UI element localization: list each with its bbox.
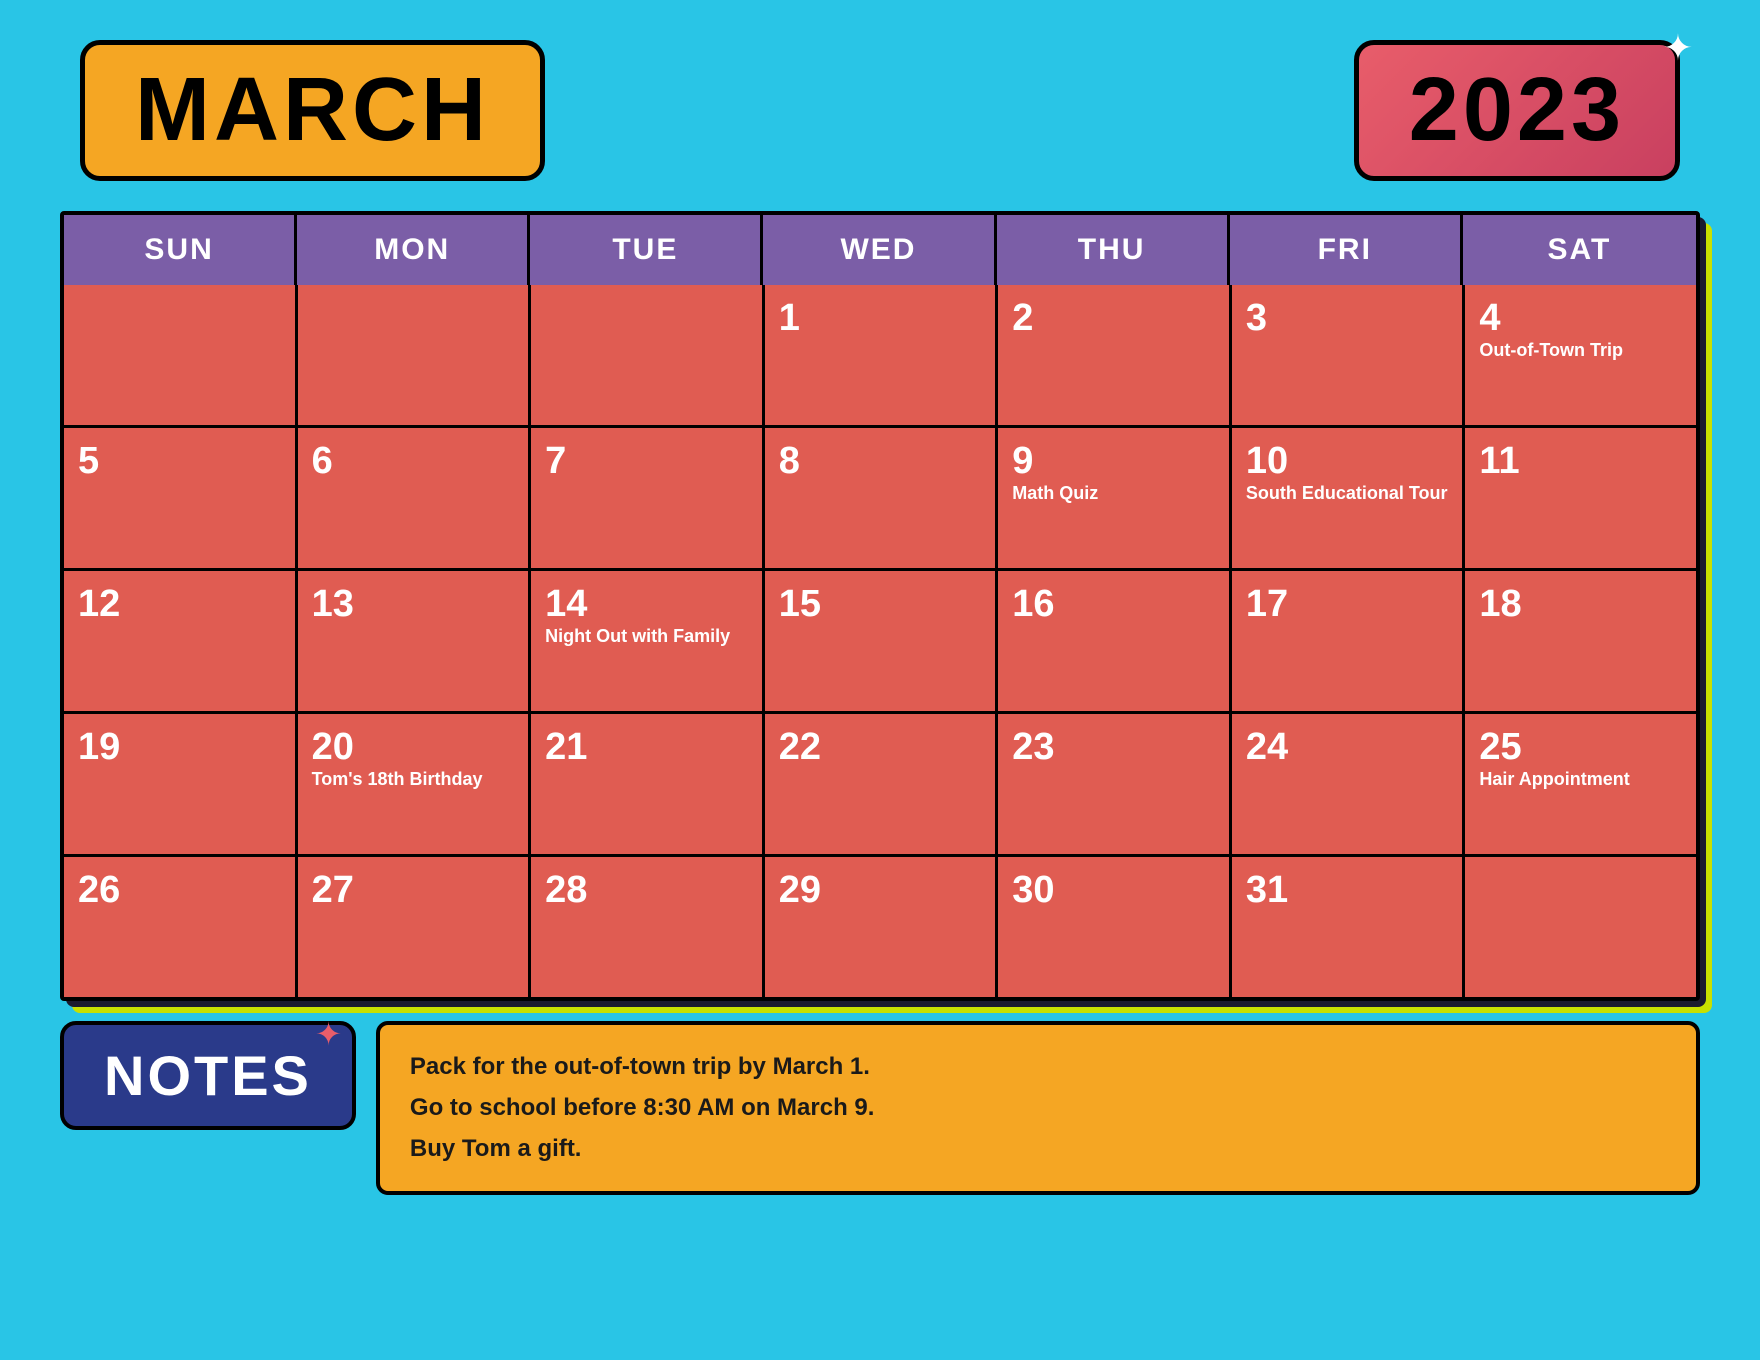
cell-day-number: 28 bbox=[545, 869, 748, 912]
day-header-mon: MON bbox=[297, 215, 530, 285]
day-header-tue: TUE bbox=[530, 215, 763, 285]
calendar-cell-w1-d0[interactable]: 5 bbox=[64, 428, 295, 568]
calendar-cell-w2-d6[interactable]: 18 bbox=[1465, 571, 1696, 711]
cell-day-number: 20 bbox=[312, 726, 515, 769]
cell-day-number: 18 bbox=[1479, 583, 1682, 626]
calendar-cell-w2-d4[interactable]: 16 bbox=[998, 571, 1229, 711]
cell-day-number: 10 bbox=[1246, 440, 1449, 483]
cell-day-number: 14 bbox=[545, 583, 748, 626]
calendar-cell-w0-d0[interactable] bbox=[64, 285, 295, 425]
day-header-fri: FRI bbox=[1230, 215, 1463, 285]
cell-day-number: 15 bbox=[779, 583, 982, 626]
cell-event-text: Tom's 18th Birthday bbox=[312, 769, 483, 789]
calendar-cell-w4-d2[interactable]: 28 bbox=[531, 857, 762, 997]
cell-day-number: 8 bbox=[779, 440, 982, 483]
cell-event-text: Hair Appointment bbox=[1479, 769, 1629, 789]
calendar-cell-w3-d0[interactable]: 19 bbox=[64, 714, 295, 854]
calendar-cell-w4-d0[interactable]: 26 bbox=[64, 857, 295, 997]
calendar-wrapper: SUNMONTUEWEDTHUFRISAT 1234Out-of-Town Tr… bbox=[60, 211, 1700, 1001]
calendar-cell-w2-d1[interactable]: 13 bbox=[298, 571, 529, 711]
cell-event-text: South Educational Tour bbox=[1246, 483, 1448, 503]
calendar-cell-w1-d2[interactable]: 7 bbox=[531, 428, 762, 568]
calendar-cell-w4-d1[interactable]: 27 bbox=[298, 857, 529, 997]
cell-day-number: 16 bbox=[1012, 583, 1215, 626]
calendar-cell-w0-d5[interactable]: 3 bbox=[1232, 285, 1463, 425]
calendar-cell-w3-d2[interactable]: 21 bbox=[531, 714, 762, 854]
notes-sparkle-icon: ✦ bbox=[315, 1015, 342, 1053]
cell-day-number: 21 bbox=[545, 726, 748, 769]
notes-section: NOTES ✦ Pack for the out-of-town trip by… bbox=[60, 1021, 1700, 1195]
calendar-cell-w3-d6[interactable]: 25Hair Appointment bbox=[1465, 714, 1696, 854]
calendar-cell-w4-d3[interactable]: 29 bbox=[765, 857, 996, 997]
note-item: Pack for the out-of-town trip by March 1… bbox=[410, 1047, 1666, 1088]
cell-day-number: 12 bbox=[78, 583, 281, 626]
calendar: SUNMONTUEWEDTHUFRISAT 1234Out-of-Town Tr… bbox=[60, 211, 1700, 1001]
cell-event-text: Out-of-Town Trip bbox=[1479, 340, 1623, 360]
calendar-cell-w1-d1[interactable]: 6 bbox=[298, 428, 529, 568]
cell-day-number: 27 bbox=[312, 869, 515, 912]
cell-day-number: 31 bbox=[1246, 869, 1449, 912]
year-badge: 2023 ✦ bbox=[1354, 40, 1680, 181]
calendar-cell-w0-d1[interactable] bbox=[298, 285, 529, 425]
calendar-cell-w2-d2[interactable]: 14Night Out with Family bbox=[531, 571, 762, 711]
calendar-cell-w3-d5[interactable]: 24 bbox=[1232, 714, 1463, 854]
cell-day-number: 13 bbox=[312, 583, 515, 626]
cell-day-number: 25 bbox=[1479, 726, 1682, 769]
calendar-cell-w2-d3[interactable]: 15 bbox=[765, 571, 996, 711]
calendar-cell-w4-d4[interactable]: 30 bbox=[998, 857, 1229, 997]
day-header-sat: SAT bbox=[1463, 215, 1696, 285]
cell-day-number: 7 bbox=[545, 440, 748, 483]
calendar-cell-w3-d1[interactable]: 20Tom's 18th Birthday bbox=[298, 714, 529, 854]
calendar-cell-w0-d4[interactable]: 2 bbox=[998, 285, 1229, 425]
cell-day-number: 19 bbox=[78, 726, 281, 769]
calendar-cell-w3-d3[interactable]: 22 bbox=[765, 714, 996, 854]
cell-day-number: 1 bbox=[779, 297, 982, 340]
cell-day-number: 26 bbox=[78, 869, 281, 912]
month-title: MARCH bbox=[135, 59, 490, 162]
calendar-cell-w4-d5[interactable]: 31 bbox=[1232, 857, 1463, 997]
cell-day-number: 22 bbox=[779, 726, 982, 769]
calendar-cell-w0-d3[interactable]: 1 bbox=[765, 285, 996, 425]
cell-day-number: 4 bbox=[1479, 297, 1682, 340]
calendar-header: SUNMONTUEWEDTHUFRISAT bbox=[64, 215, 1696, 285]
cell-event-text: Math Quiz bbox=[1012, 483, 1098, 503]
cell-day-number: 5 bbox=[78, 440, 281, 483]
calendar-cell-w3-d4[interactable]: 23 bbox=[998, 714, 1229, 854]
day-header-sun: SUN bbox=[64, 215, 297, 285]
cell-day-number: 11 bbox=[1479, 440, 1682, 483]
cell-day-number: 9 bbox=[1012, 440, 1215, 483]
cell-day-number: 17 bbox=[1246, 583, 1449, 626]
notes-badge: NOTES ✦ bbox=[60, 1021, 356, 1130]
calendar-cell-w2-d0[interactable]: 12 bbox=[64, 571, 295, 711]
calendar-cell-w2-d5[interactable]: 17 bbox=[1232, 571, 1463, 711]
notes-label: NOTES bbox=[104, 1043, 312, 1108]
calendar-cell-w1-d4[interactable]: 9Math Quiz bbox=[998, 428, 1229, 568]
note-item: Buy Tom a gift. bbox=[410, 1129, 1666, 1170]
year-title: 2023 bbox=[1409, 59, 1625, 162]
calendar-body: 1234Out-of-Town Trip56789Math Quiz10Sout… bbox=[64, 285, 1696, 997]
day-header-thu: THU bbox=[997, 215, 1230, 285]
calendar-cell-w4-d6[interactable] bbox=[1465, 857, 1696, 997]
month-badge: MARCH bbox=[80, 40, 545, 181]
calendar-cell-w1-d3[interactable]: 8 bbox=[765, 428, 996, 568]
cell-day-number: 24 bbox=[1246, 726, 1449, 769]
note-item: Go to school before 8:30 AM on March 9. bbox=[410, 1088, 1666, 1129]
calendar-cell-w0-d6[interactable]: 4Out-of-Town Trip bbox=[1465, 285, 1696, 425]
calendar-cell-w1-d6[interactable]: 11 bbox=[1465, 428, 1696, 568]
cell-day-number: 23 bbox=[1012, 726, 1215, 769]
sparkle-icon: ✦ bbox=[1663, 27, 1693, 69]
cell-day-number: 30 bbox=[1012, 869, 1215, 912]
calendar-cell-w1-d5[interactable]: 10South Educational Tour bbox=[1232, 428, 1463, 568]
cell-day-number: 29 bbox=[779, 869, 982, 912]
cell-event-text: Night Out with Family bbox=[545, 626, 730, 646]
cell-day-number: 6 bbox=[312, 440, 515, 483]
cell-day-number: 3 bbox=[1246, 297, 1449, 340]
calendar-cell-w0-d2[interactable] bbox=[531, 285, 762, 425]
page-header: MARCH 2023 ✦ bbox=[0, 0, 1760, 201]
notes-content: Pack for the out-of-town trip by March 1… bbox=[376, 1021, 1700, 1195]
day-header-wed: WED bbox=[763, 215, 996, 285]
cell-day-number: 2 bbox=[1012, 297, 1215, 340]
